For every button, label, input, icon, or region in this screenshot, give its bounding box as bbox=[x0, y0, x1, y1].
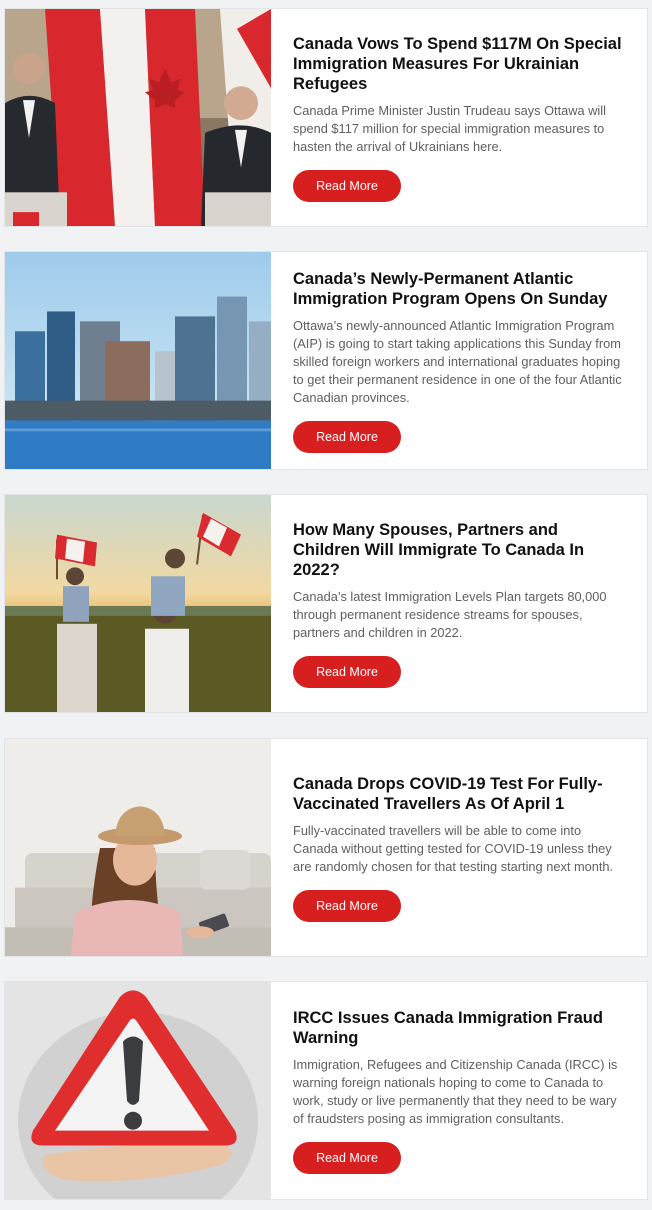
article-body: Canada Vows To Spend $117M On Special Im… bbox=[271, 9, 647, 226]
article-card: IRCC Issues Canada Immigration Fraud War… bbox=[4, 981, 648, 1200]
read-more-button[interactable]: Read More bbox=[293, 420, 401, 453]
article-body: How Many Spouses, Partners and Children … bbox=[271, 495, 647, 712]
article-body: Canada Drops COVID-19 Test For Fully-Vac… bbox=[271, 739, 647, 956]
article-body: IRCC Issues Canada Immigration Fraud War… bbox=[271, 982, 647, 1199]
article-excerpt: Canada’s latest Immigration Levels Plan … bbox=[293, 588, 607, 640]
article-title[interactable]: IRCC Issues Canada Immigration Fraud War… bbox=[293, 1008, 625, 1048]
read-more-button[interactable]: Read More bbox=[293, 1141, 401, 1174]
article-body: Canada’s Newly-Permanent Atlantic Immigr… bbox=[271, 252, 647, 469]
read-more-button[interactable]: Read More bbox=[293, 889, 401, 922]
article-excerpt: Immigration, Refugees and Citizenship Ca… bbox=[293, 1056, 618, 1126]
article-title[interactable]: Canada Vows To Spend $117M On Special Im… bbox=[293, 34, 625, 94]
article-image[interactable] bbox=[5, 982, 271, 1199]
read-more-button[interactable]: Read More bbox=[293, 655, 401, 688]
article-title[interactable]: How Many Spouses, Partners and Children … bbox=[293, 520, 625, 580]
article-excerpt: Fully-vaccinated travellers will be able… bbox=[293, 822, 614, 874]
article-card: Canada’s Newly-Permanent Atlantic Immigr… bbox=[4, 251, 648, 470]
article-title[interactable]: Canada’s Newly-Permanent Atlantic Immigr… bbox=[293, 269, 625, 309]
read-more-button[interactable]: Read More bbox=[293, 169, 401, 202]
article-image[interactable] bbox=[5, 252, 271, 469]
article-image[interactable] bbox=[5, 9, 271, 226]
article-card: How Many Spouses, Partners and Children … bbox=[4, 494, 648, 713]
article-title[interactable]: Canada Drops COVID-19 Test For Fully-Vac… bbox=[293, 774, 625, 814]
article-card: Canada Drops COVID-19 Test For Fully-Vac… bbox=[4, 738, 648, 957]
article-image[interactable] bbox=[5, 495, 271, 712]
article-excerpt: Ottawa’s newly-announced Atlantic Immigr… bbox=[293, 317, 622, 405]
article-card: Canada Vows To Spend $117M On Special Im… bbox=[4, 8, 648, 227]
article-image[interactable] bbox=[5, 739, 271, 956]
article-excerpt: Canada Prime Minister Justin Trudeau say… bbox=[293, 102, 606, 154]
